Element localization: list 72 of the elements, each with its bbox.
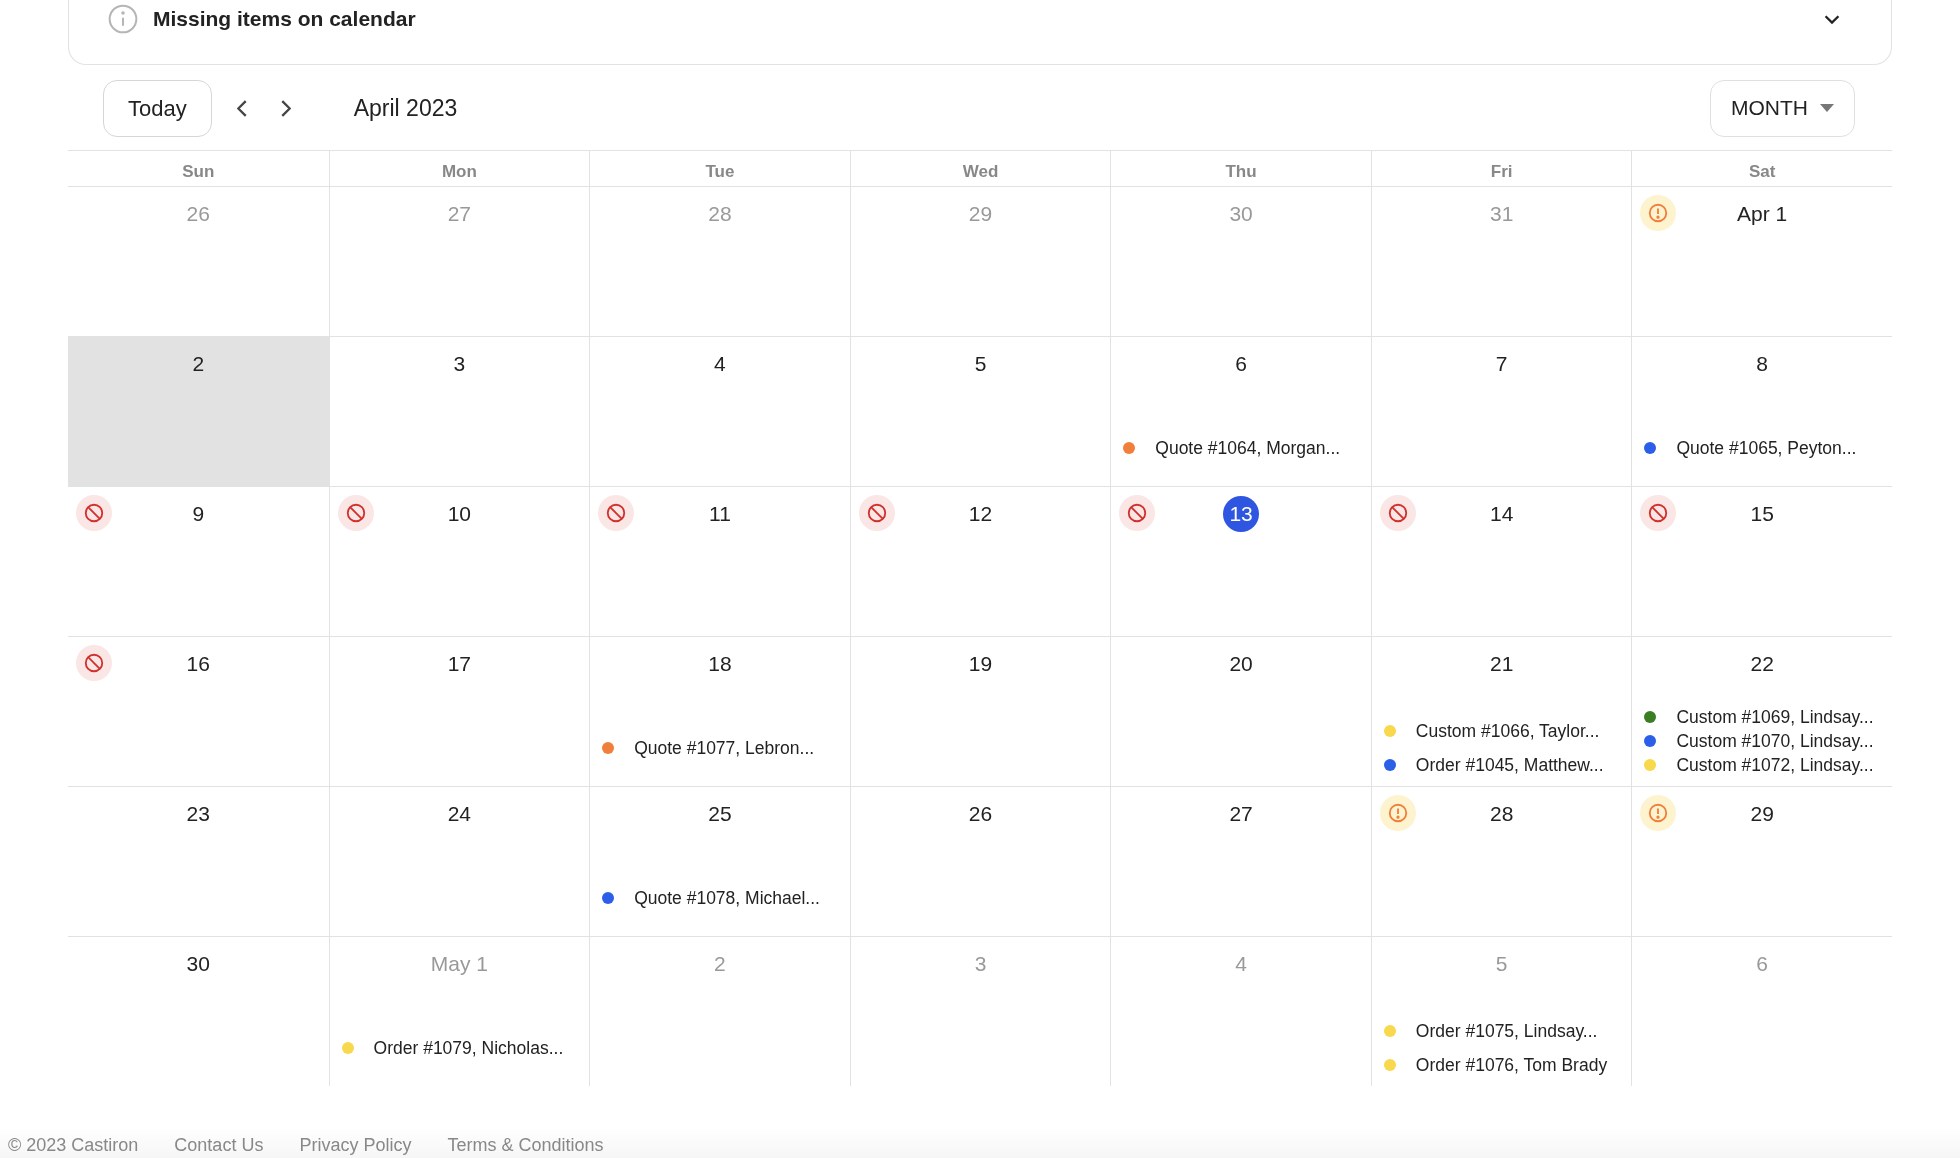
- day-number: 26: [968, 801, 993, 828]
- event-label[interactable]: Custom #1069, Lindsay...: [1676, 704, 1874, 729]
- day-number: 12: [968, 501, 993, 528]
- day-number: 29: [1750, 801, 1774, 828]
- day-number: 19: [968, 651, 993, 678]
- day-number: 2: [192, 351, 205, 378]
- period-title: April 2023: [353, 93, 458, 123]
- weekday-header: Thu: [1225, 160, 1257, 183]
- day-number: 22: [1750, 651, 1774, 678]
- day-number: Apr 1: [1737, 201, 1788, 228]
- day-number: 9: [192, 501, 205, 528]
- day-number: 15: [1750, 501, 1774, 528]
- chevron-left-icon: [236, 99, 247, 117]
- weekday-header: Fri: [1490, 160, 1513, 183]
- day-number: 27: [447, 201, 472, 228]
- view-dropdown[interactable]: MONTH: [1710, 79, 1855, 137]
- day-number: 29: [968, 201, 993, 228]
- day-number: 6: [1235, 351, 1247, 378]
- event-label[interactable]: Custom #1070, Lindsay...: [1676, 728, 1874, 753]
- today-date: 13: [1223, 496, 1260, 532]
- day-number: 26: [186, 201, 210, 228]
- day-number: 31: [1489, 201, 1514, 228]
- copyright-text: © 2023 Castiron: [8, 1136, 139, 1154]
- event-label[interactable]: Quote #1064, Morgan...: [1155, 435, 1341, 460]
- chevron-right-icon: [280, 99, 291, 117]
- event-label[interactable]: Order #1079, Nicholas...: [373, 1035, 564, 1060]
- day-number: 5: [974, 351, 987, 378]
- event-label[interactable]: Quote #1078, Michael...: [634, 885, 820, 910]
- day-number: 10: [447, 501, 472, 528]
- day-number: 23: [186, 801, 210, 828]
- banner-title: Missing items on calendar: [153, 6, 416, 33]
- today-button[interactable]: Today: [103, 79, 212, 137]
- weekday-header: Mon: [441, 160, 477, 183]
- day-number: 21: [1489, 651, 1514, 678]
- day-number: 28: [708, 201, 732, 228]
- day-number: 18: [708, 651, 732, 678]
- day-number: 20: [1229, 651, 1253, 678]
- event-label[interactable]: Custom #1072, Lindsay...: [1676, 752, 1874, 777]
- day-number: 14: [1489, 501, 1514, 528]
- event-label[interactable]: Quote #1077, Lebron...: [634, 735, 815, 760]
- day-number: 11: [709, 501, 731, 528]
- day-number: 27: [1229, 801, 1253, 828]
- day-number: 25: [708, 801, 732, 828]
- event-label[interactable]: Custom #1066, Taylor...: [1415, 718, 1600, 743]
- day-number: 3: [453, 351, 466, 378]
- info-icon: [107, 3, 139, 35]
- day-number: 3: [974, 951, 987, 978]
- day-number: 28: [1489, 801, 1514, 828]
- weekday-header: Sun: [182, 160, 215, 183]
- event-label[interactable]: Order #1076, Tom Brady: [1415, 1052, 1608, 1077]
- event-label[interactable]: Order #1075, Lindsay...: [1415, 1018, 1598, 1043]
- day-number: 30: [186, 951, 210, 978]
- day-number: 17: [447, 651, 472, 678]
- day-number: 5: [1495, 951, 1508, 978]
- day-cell[interactable]: 2: [68, 337, 329, 486]
- weekday-header: Wed: [962, 160, 999, 183]
- day-number: 4: [714, 351, 726, 378]
- day-number: 7: [1495, 351, 1508, 378]
- event-label[interactable]: Order #1045, Matthew...: [1415, 752, 1604, 777]
- day-number: 24: [447, 801, 472, 828]
- missing-items-banner[interactable]: Missing items on calendar: [68, 0, 1892, 65]
- event-label[interactable]: Quote #1065, Peyton...: [1676, 435, 1857, 460]
- day-number: 2: [714, 951, 726, 978]
- day-number: May 1: [430, 951, 488, 978]
- day-number: 4: [1235, 951, 1247, 978]
- day-number: 30: [1229, 201, 1253, 228]
- weekday-header: Tue: [705, 160, 735, 183]
- weekday-header: Sat: [1748, 160, 1776, 183]
- day-number: 16: [186, 651, 210, 678]
- day-number: 8: [1756, 351, 1769, 378]
- caret-icon: [1820, 104, 1834, 112]
- day-number: 6: [1756, 951, 1769, 978]
